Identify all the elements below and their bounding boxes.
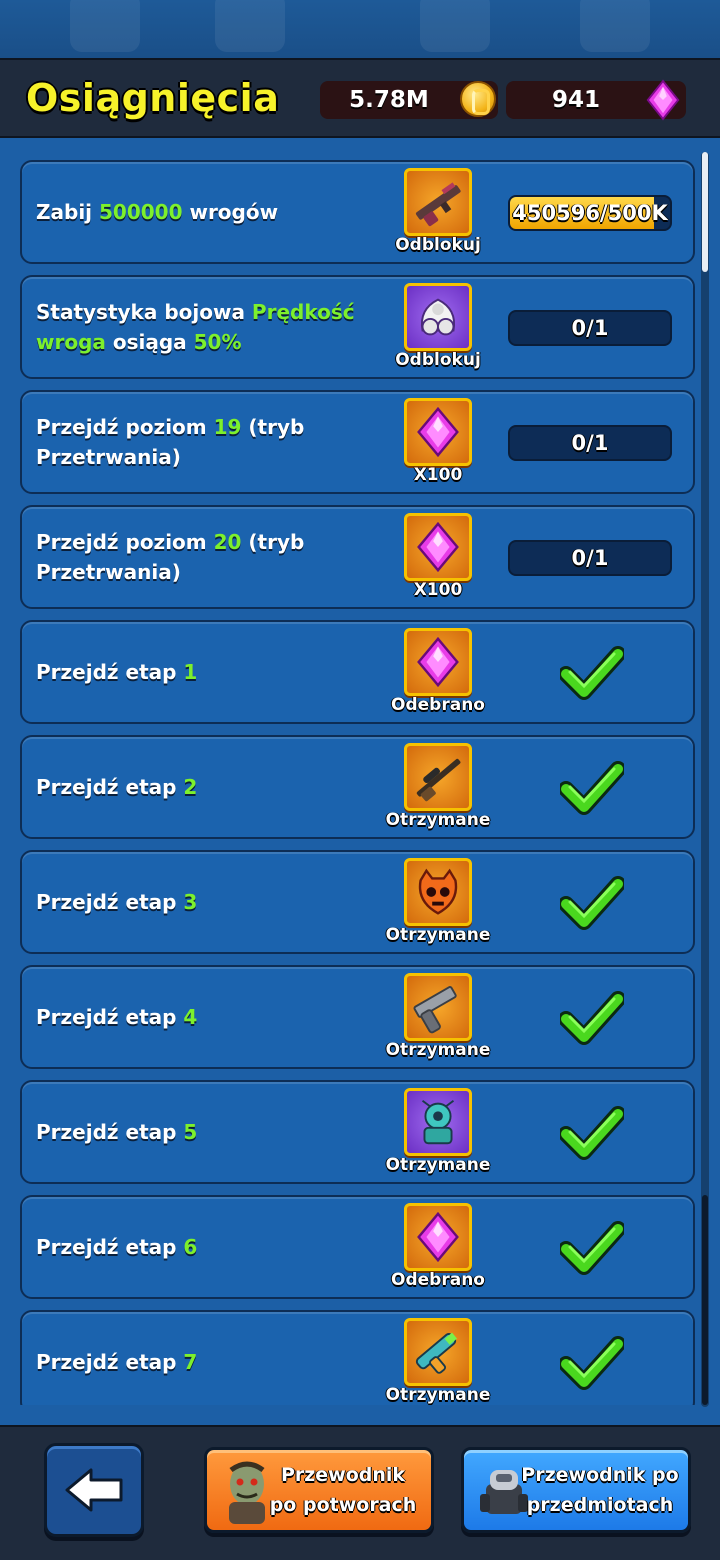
armor-icon (420, 298, 456, 336)
background-crate-shape (420, 0, 490, 52)
progress-bar: 0/1 (508, 425, 672, 461)
achievement-row: Przejdź etap 6 Odebrano (20, 1195, 695, 1299)
gem-amount: 941 (551, 87, 600, 113)
progress-bar: 450596/500K (508, 195, 672, 231)
achievement-description: Przejdź poziom 19 (tryb Przetrwania) (36, 415, 305, 469)
pistol-icon (413, 986, 457, 1034)
reward-label: Otrzymane (385, 1155, 491, 1175)
check-icon (560, 646, 624, 700)
reward-slot[interactable] (404, 398, 472, 466)
achievement-description: Przejdź etap 4 (36, 1005, 198, 1029)
progress-text: 0/1 (571, 316, 609, 340)
gem-icon (417, 636, 459, 688)
achievement-description: Przejdź etap 6 (36, 1235, 198, 1259)
achievement-list[interactable]: Zabij 500000 wrogów Odblokuj 450596/500K St… (20, 160, 696, 1405)
achievement-description: Przejdź etap 3 (36, 890, 198, 914)
reward-slot[interactable] (404, 283, 472, 351)
achievement-row: Przejdź etap 7 Otrzymane (20, 1310, 695, 1405)
achievement-row: Statystyka bojowa Prędkość wroga osiąga … (20, 275, 695, 379)
item-guide-line2: przedmiotach (526, 1494, 674, 1516)
achievement-row: Przejdź etap 3 Otrzymane (20, 850, 695, 954)
achievement-row: Przejdź etap 2 Otrzymane (20, 735, 695, 839)
coin-amount: 5.78M (349, 87, 429, 113)
achievement-row: Zabij 500000 wrogów Odblokuj 450596/500K (20, 160, 695, 264)
achievement-row: Przejdź etap 1 Odebrano (20, 620, 695, 724)
progress-text: 0/1 (571, 431, 609, 455)
achievement-description: Przejdź poziom 20 (tryb Przetrwania) (36, 530, 305, 584)
sniper-icon (416, 758, 461, 802)
gem-icon (417, 1211, 459, 1263)
gem-icon (417, 406, 459, 458)
achievement-description: Przejdź etap 1 (36, 660, 198, 684)
scrollbar-track-lower (702, 1195, 708, 1405)
reward-slot[interactable] (404, 1203, 472, 1271)
check-icon (560, 1106, 624, 1160)
check-icon (560, 761, 624, 815)
reward-label: Otrzymane (385, 1040, 491, 1060)
monster-guide-line2: po potworach (269, 1494, 417, 1516)
reward-label: X100 (413, 580, 463, 600)
achievement-row: Przejdź etap 4 Otrzymane (20, 965, 695, 1069)
reward-slot[interactable] (404, 1318, 472, 1386)
item-guide-label: Przewodnik po przedmiotach (520, 1460, 680, 1520)
reward-label: Otrzymane (385, 925, 491, 945)
check-icon (560, 1221, 624, 1275)
reward-slot[interactable] (404, 628, 472, 696)
check-icon (560, 876, 624, 930)
gem-counter: 941 (506, 79, 686, 121)
achievement-description: Przejdź etap 5 (36, 1120, 198, 1144)
reward-slot[interactable] (404, 513, 472, 581)
achievement-row: Przejdź etap 5 Otrzymane (20, 1080, 695, 1184)
progress-text: 450596/500K (512, 201, 668, 225)
reward-slot[interactable] (404, 743, 472, 811)
coin-icon (460, 81, 496, 117)
top-bar: Osiągnięcia 5.78M 941 (0, 58, 720, 138)
background-crate-shape (70, 0, 140, 52)
background-crate-shape (215, 0, 285, 52)
gem-icon (646, 79, 680, 121)
reward-label: Otrzymane (385, 810, 491, 830)
background-top (0, 0, 720, 58)
progress-bar: 0/1 (508, 540, 672, 576)
reward-label: Otrzymane (385, 1385, 491, 1405)
achievement-row: Przejdź poziom 19 (tryb Przetrwania) X100… (20, 390, 695, 494)
robot-turret-icon (421, 1099, 455, 1145)
reward-slot[interactable] (404, 168, 472, 236)
check-icon (560, 1336, 624, 1390)
progress-bar: 0/1 (508, 310, 672, 346)
back-button[interactable] (44, 1443, 144, 1537)
coin-counter: 5.78M (320, 81, 498, 119)
monster-guide-button[interactable]: Przewodnik po potworach (204, 1447, 434, 1533)
blaster-icon (415, 1332, 458, 1374)
achievement-row: Przejdź poziom 20 (tryb Przetrwania) X100… (20, 505, 695, 609)
achievement-description: Statystyka bojowa Prędkość wroga osiąga … (36, 300, 355, 354)
achievement-description: Zabij 500000 wrogów (36, 200, 279, 224)
page-title: Osiągnięcia (26, 76, 280, 120)
reward-label: Odebrano (391, 1270, 485, 1290)
reward-slot[interactable] (404, 1088, 472, 1156)
reward-slot[interactable] (404, 858, 472, 926)
reward-label: Odblokuj (395, 235, 481, 255)
background-crate-shape (580, 0, 650, 52)
item-guide-button[interactable]: Przewodnik po przedmiotach (461, 1447, 691, 1533)
gem-icon (417, 521, 459, 573)
scrollbar-thumb[interactable] (702, 152, 708, 272)
reward-label: Odblokuj (395, 350, 481, 370)
bottom-bar: Przewodnik po potworach Przewodnik po pr… (0, 1425, 720, 1560)
item-guide-line1: Przewodnik po (521, 1464, 679, 1486)
back-arrow-icon (65, 1468, 123, 1512)
monster-guide-line1: Przewodnik (280, 1464, 406, 1486)
rifle-icon (415, 182, 461, 227)
reward-label: Odebrano (391, 695, 485, 715)
achievement-description: Przejdź etap 2 (36, 775, 198, 799)
achievement-description: Przejdź etap 7 (36, 1350, 198, 1374)
progress-text: 0/1 (571, 546, 609, 570)
reward-label: X100 (413, 465, 463, 485)
check-icon (560, 991, 624, 1045)
monster-guide-label: Przewodnik po potworach (263, 1460, 423, 1520)
reward-slot[interactable] (404, 973, 472, 1041)
skull-mask-icon (418, 868, 458, 915)
